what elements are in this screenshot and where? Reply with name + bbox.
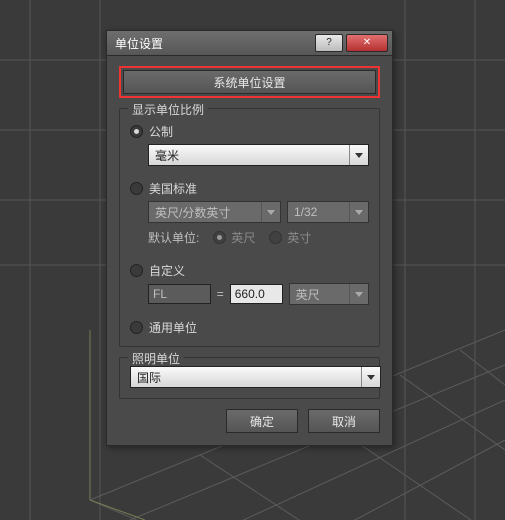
custom-prefix-input: FL — [148, 284, 211, 304]
generic-radio[interactable] — [130, 321, 143, 334]
cancel-label: 取消 — [332, 413, 356, 430]
metric-unit-combo[interactable]: 毫米 — [148, 144, 369, 166]
custom-label: 自定义 — [149, 262, 185, 279]
cancel-button[interactable]: 取消 — [308, 409, 380, 433]
custom-value-text: 660.0 — [235, 287, 265, 301]
us-feet-option: 英尺 — [213, 229, 255, 246]
viewport-background: 单位设置 ? ✕ 系统单位设置 显示单位比例 公制 毫米 — [0, 0, 505, 520]
us-standard-radio[interactable] — [130, 182, 143, 195]
equals-sign: = — [217, 287, 224, 301]
close-icon: ✕ — [363, 38, 371, 48]
metric-combo-wrap: 毫米 — [148, 144, 369, 166]
metric-unit-value: 毫米 — [155, 147, 179, 164]
us-standard-combos: 英尺/分数英寸 1/32 — [148, 201, 369, 223]
chevron-down-icon — [349, 202, 368, 222]
us-fraction-value: 1/32 — [294, 205, 317, 219]
metric-radio-row[interactable]: 公制 — [130, 123, 369, 140]
us-feet-label: 英尺 — [231, 229, 255, 246]
us-format-value: 英尺/分数英寸 — [155, 204, 230, 221]
help-button[interactable]: ? — [315, 34, 343, 52]
us-standard-label: 美国标准 — [149, 180, 197, 197]
us-default-units-row: 默认单位: 英尺 英寸 — [148, 229, 369, 246]
system-unit-setup-button[interactable]: 系统单位设置 — [123, 70, 376, 94]
system-unit-setup-label: 系统单位设置 — [213, 74, 285, 91]
custom-radio[interactable] — [130, 264, 143, 277]
us-inch-label: 英寸 — [287, 229, 311, 246]
lighting-units-value: 国际 — [137, 369, 161, 386]
dialog-titlebar[interactable]: 单位设置 ? ✕ — [107, 31, 392, 56]
us-feet-radio — [213, 231, 226, 244]
chevron-down-icon — [349, 284, 368, 304]
chevron-down-icon — [261, 202, 280, 222]
display-unit-scale-title: 显示单位比例 — [128, 101, 208, 118]
generic-radio-row[interactable]: 通用单位 — [130, 319, 369, 336]
question-icon: ? — [326, 38, 332, 48]
us-inch-radio — [269, 231, 282, 244]
dialog-title: 单位设置 — [115, 35, 315, 52]
chevron-down-icon — [349, 145, 368, 165]
metric-radio[interactable] — [130, 125, 143, 138]
window-buttons: ? ✕ — [315, 34, 388, 52]
lighting-units-title: 照明单位 — [128, 350, 184, 367]
dialog-buttons: 确定 取消 — [119, 409, 380, 433]
custom-unit-value: 英尺 — [296, 286, 320, 303]
ok-label: 确定 — [250, 413, 274, 430]
custom-inputs: FL = 660.0 英尺 — [148, 283, 369, 305]
system-unit-highlight: 系统单位设置 — [119, 66, 380, 98]
dialog-body: 系统单位设置 显示单位比例 公制 毫米 美国 — [107, 56, 392, 445]
custom-value-input: 660.0 — [230, 284, 283, 304]
ok-button[interactable]: 确定 — [226, 409, 298, 433]
metric-label: 公制 — [149, 123, 173, 140]
lighting-units-combo[interactable]: 国际 — [130, 366, 381, 388]
chevron-down-icon — [361, 367, 380, 387]
display-unit-scale-group: 显示单位比例 公制 毫米 美国标准 — [119, 108, 380, 347]
custom-prefix-value: FL — [153, 287, 167, 301]
lighting-units-group: 照明单位 国际 — [119, 357, 380, 399]
units-setup-dialog: 单位设置 ? ✕ 系统单位设置 显示单位比例 公制 毫米 — [106, 30, 393, 446]
close-button[interactable]: ✕ — [346, 34, 388, 52]
us-fraction-combo: 1/32 — [287, 201, 369, 223]
generic-label: 通用单位 — [149, 319, 197, 336]
us-standard-radio-row[interactable]: 美国标准 — [130, 180, 369, 197]
custom-radio-row[interactable]: 自定义 — [130, 262, 369, 279]
us-default-label: 默认单位: — [148, 229, 199, 246]
us-format-combo: 英尺/分数英寸 — [148, 201, 281, 223]
custom-unit-combo: 英尺 — [289, 283, 369, 305]
us-inch-option: 英寸 — [269, 229, 311, 246]
